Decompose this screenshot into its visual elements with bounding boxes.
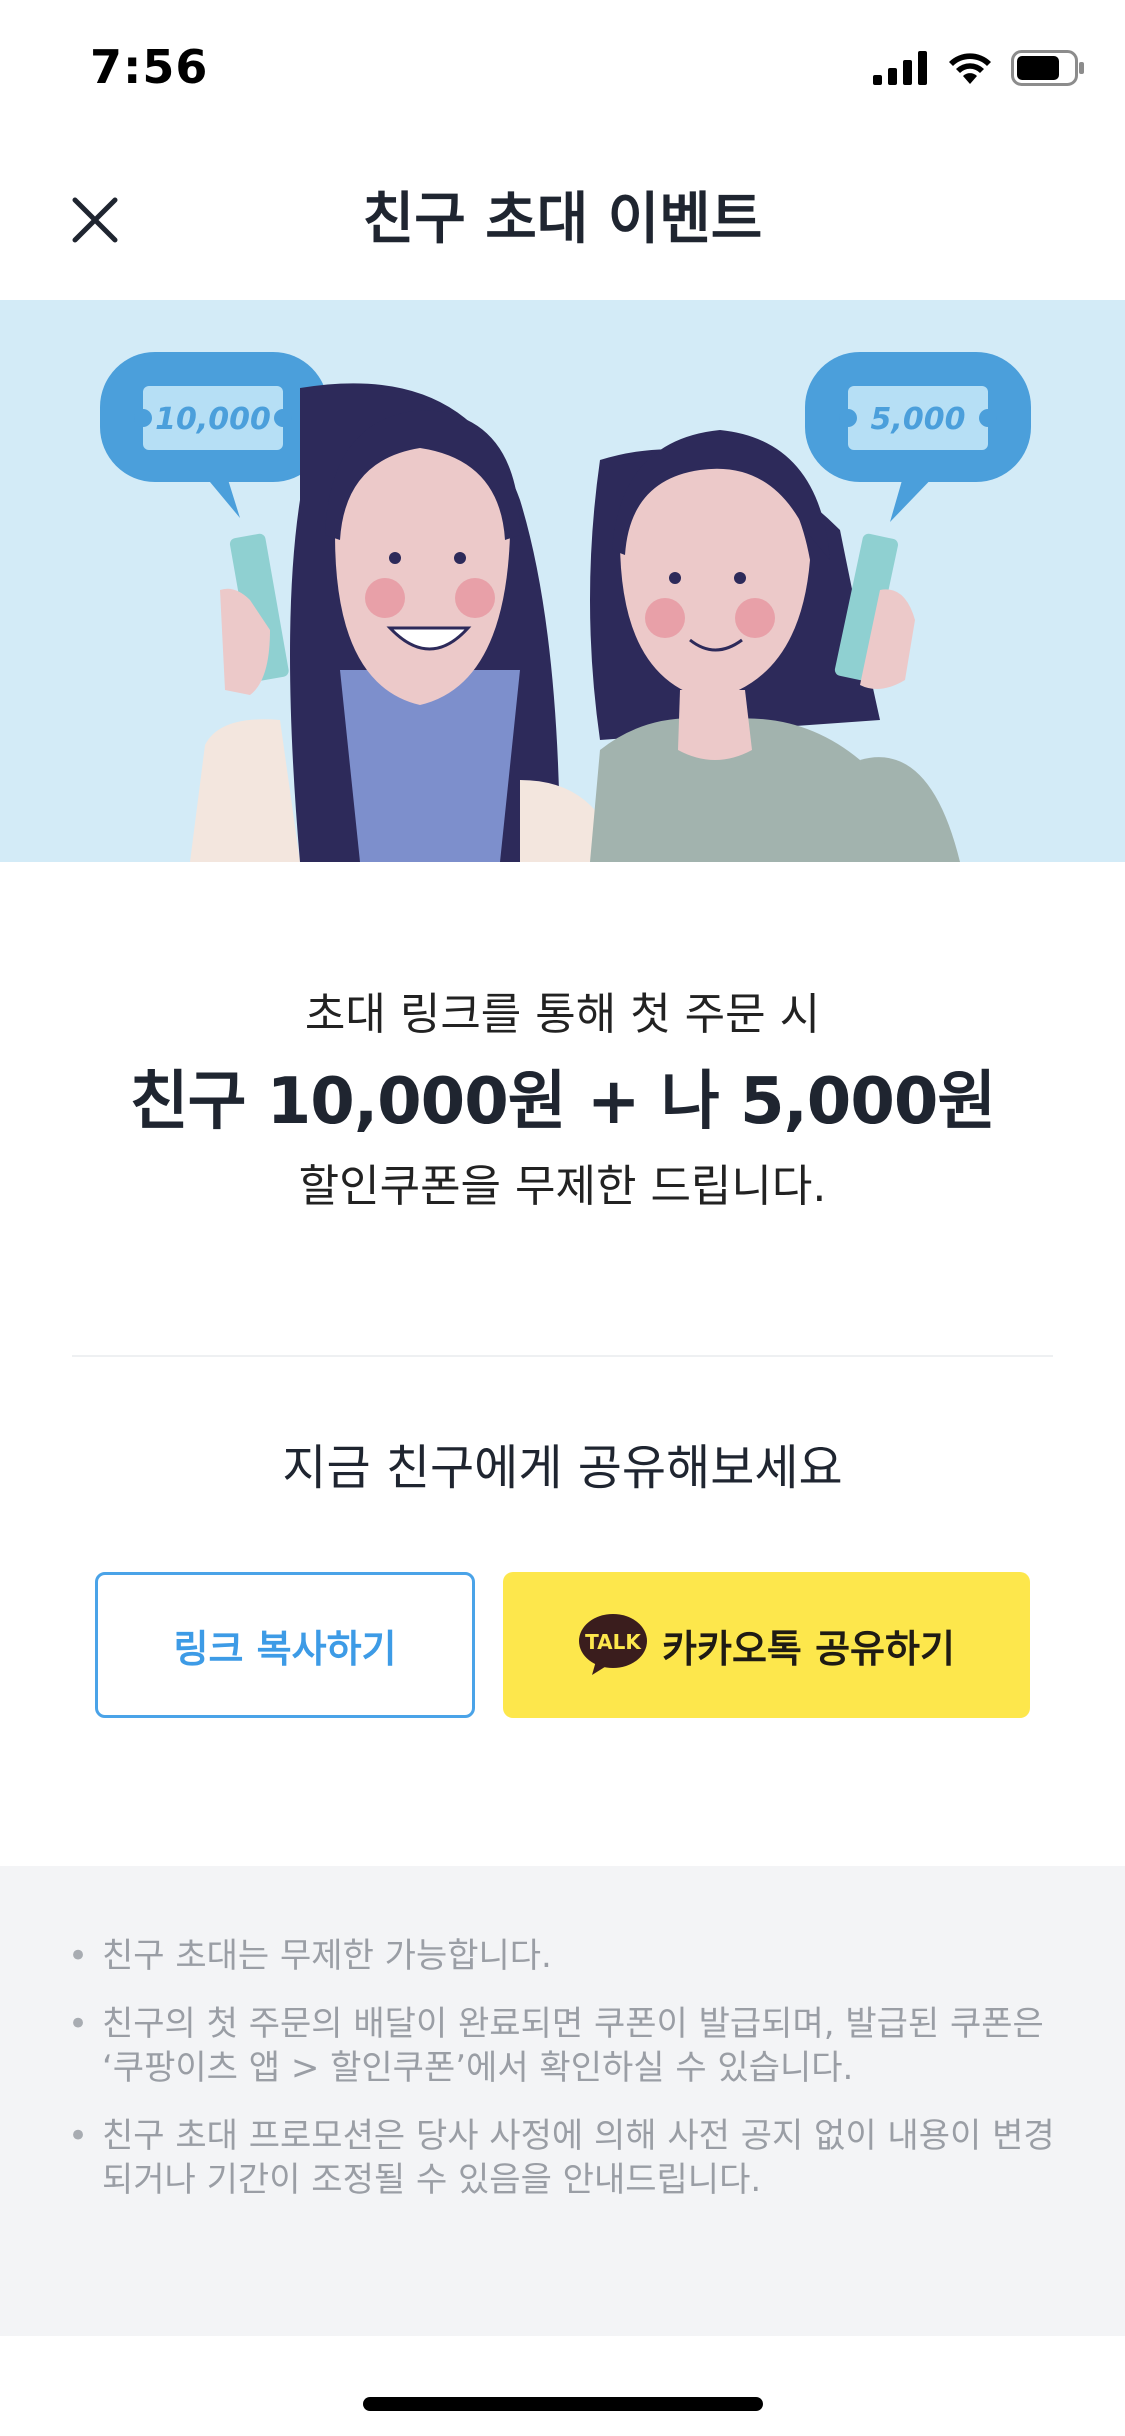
notice-text: 친구 초대는 무제한 가능합니다. [102,1936,552,1976]
notice-bullet: • [68,1936,89,1976]
status-bar: 7:56 [0,0,1125,140]
hero-illustration: 10,000 5,000 [0,300,1125,862]
notice-box: • 친구 초대는 무제한 가능합니다. • 친구의 첫 주문의 배달이 완료되면… [0,1866,1125,2336]
status-time: 7:56 [90,40,209,94]
kakao-share-label: 카카오톡 공유하기 [662,1626,955,1671]
notice-text: 친구의 첫 주문의 배달이 완료되면 쿠폰이 발급되며, 발급된 쿠폰은 ‘쿠팡… [102,2004,1044,2088]
home-indicator[interactable] [363,2397,763,2411]
right-ticket-value: 5,000 [871,402,966,437]
notice-list: • 친구 초대는 무제한 가능합니다. • 친구의 첫 주문의 배달이 완료되면… [68,1934,1058,2226]
copy-link-button[interactable]: 링크 복사하기 [95,1572,475,1718]
left-ticket-value: 10,000 [155,402,271,437]
page-title: 친구 초대 이벤트 [362,187,763,252]
copy-link-label: 링크 복사하기 [173,1626,397,1671]
promo-description: 할인쿠폰을 무제한 드립니다. [298,1161,827,1212]
right-coupon-bubble: 5,000 [805,352,1031,522]
left-coupon-bubble: 10,000 [100,352,328,518]
battery-icon [1011,50,1084,86]
kakaotalk-icon: TALK [579,1614,648,1675]
notice-item: • 친구 초대는 무제한 가능합니다. [68,1934,1058,1978]
promo-message: 초대 링크를 통해 첫 주문 시 친구 10,000원 + 나 5,000원 할… [0,985,1125,1217]
notice-bullet: • [68,2116,89,2156]
status-icons [873,48,1085,88]
divider [72,1355,1053,1357]
cellular-signal-icon [873,51,927,85]
nav-bar: 친구 초대 이벤트 [0,150,1125,300]
wifi-icon [949,53,991,84]
share-heading: 지금 친구에게 공유해보세요 [282,1440,843,1496]
kakao-badge-text: TALK [585,1630,642,1654]
notice-item: • 친구의 첫 주문의 배달이 완료되면 쿠폰이 발급되며, 발급된 쿠폰은 ‘… [68,2002,1058,2090]
promo-condition: 초대 링크를 통해 첫 주문 시 [304,989,821,1040]
friends-illustration: 10,000 5,000 [100,352,1031,862]
notice-item: • 친구 초대 프로모션은 당사 사정에 의해 사전 공지 없이 내용이 변경되… [68,2114,1058,2202]
notice-text: 친구 초대 프로모션은 당사 사정에 의해 사전 공지 없이 내용이 변경되거나… [102,2116,1055,2200]
promo-reward-amount: 친구 10,000원 + 나 5,000원 [129,1065,997,1139]
notice-bullet: • [68,2004,89,2044]
kakao-share-button[interactable]: TALK 카카오톡 공유하기 [503,1572,1030,1718]
